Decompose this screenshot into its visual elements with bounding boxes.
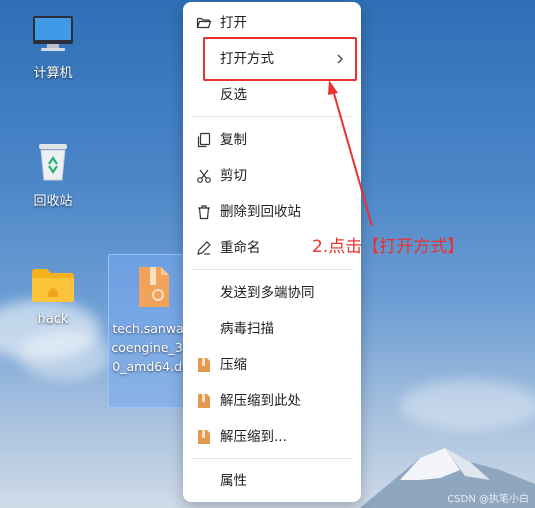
desktop-icon-label: hack [37, 312, 69, 327]
recycle-bin-icon [39, 144, 67, 181]
menu-separator [193, 458, 351, 459]
folder-open-icon [196, 17, 212, 29]
desktop-icon-trash[interactable]: 回收站 [8, 140, 98, 209]
menu-item-virus-scan[interactable]: 病毒扫描 [183, 314, 361, 344]
archive-icon [198, 358, 210, 372]
menu-item-extract-to[interactable]: 解压缩到... [183, 422, 361, 452]
menu-item-label: 属性 [220, 473, 247, 489]
open-with-highlight-box [203, 37, 357, 81]
menu-item-properties[interactable]: 属性 [183, 466, 361, 496]
menu-item-label: 复制 [220, 132, 247, 148]
desktop-icon-label: 计算机 [33, 66, 73, 81]
menu-item-label: 压缩 [220, 357, 247, 373]
menu-item-open[interactable]: 打开 [183, 8, 361, 38]
trash-icon [198, 205, 210, 220]
menu-item-delete-to-trash[interactable]: 删除到回收站 [183, 197, 361, 227]
folder-icon [32, 269, 74, 302]
archive-icon [198, 394, 210, 408]
menu-item-label: 解压缩到此处 [220, 393, 301, 409]
archive-icon [198, 430, 210, 444]
pen-icon [197, 241, 211, 255]
desktop-icon-hack-folder[interactable]: hack [8, 266, 98, 327]
menu-item-label: 剪切 [220, 168, 247, 184]
menu-item-label: 打开 [220, 15, 247, 31]
menu-item-extract-here[interactable]: 解压缩到此处 [183, 386, 361, 416]
menu-item-label: 删除到回收站 [220, 204, 301, 220]
computer-icon [33, 16, 73, 51]
desktop-icon-computer[interactable]: 计算机 [8, 14, 98, 81]
menu-item-copy[interactable]: 复制 [183, 125, 361, 155]
menu-item-label: 反选 [220, 87, 247, 103]
desktop-icon-label: 回收站 [33, 194, 73, 209]
menu-item-send-to-collaboration[interactable]: 发送到多端协同 [183, 278, 361, 308]
menu-separator [193, 116, 351, 117]
menu-item-label: 解压缩到... [220, 429, 287, 445]
menu-separator [193, 269, 351, 270]
menu-item-label: 重命名 [220, 240, 261, 256]
menu-item-label: 病毒扫描 [220, 321, 274, 337]
scissors-icon [197, 169, 211, 183]
menu-item-label: 发送到多端协同 [220, 285, 315, 301]
menu-item-invert-selection[interactable]: 反选 [183, 80, 361, 110]
package-file-icon [139, 267, 169, 307]
menu-item-compress[interactable]: 压缩 [183, 350, 361, 380]
menu-item-cut[interactable]: 剪切 [183, 161, 361, 191]
copy-icon [197, 132, 211, 148]
annotation-text: 2.点击【打开方式】 [312, 237, 465, 257]
watermark: CSDN @执笔小白 [447, 494, 529, 505]
